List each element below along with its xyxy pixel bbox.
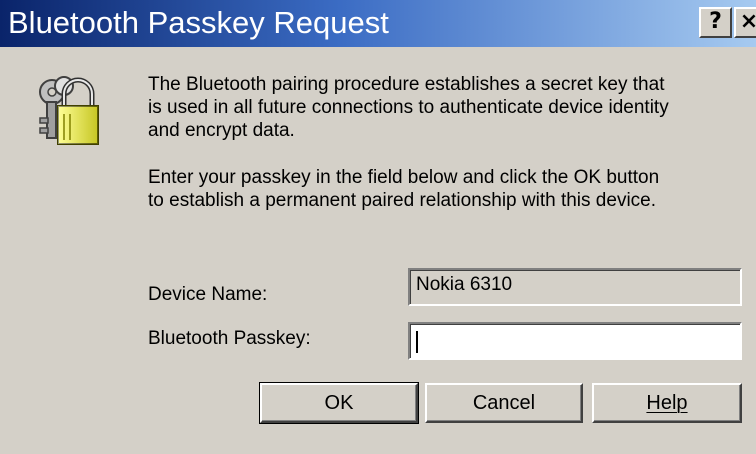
title-bar[interactable]: Bluetooth Passkey Request ? ×: [0, 0, 756, 47]
help-question-button[interactable]: ?: [699, 7, 732, 38]
intro-line: and encrypt data.: [148, 120, 295, 141]
window-title: Bluetooth Passkey Request: [8, 5, 389, 40]
passkey-input[interactable]: [408, 322, 742, 360]
keys-padlock-icon: [39, 76, 99, 145]
ok-button[interactable]: OK: [259, 382, 419, 424]
passkey-label: Bluetooth Passkey:: [148, 328, 311, 349]
intro-line: is used in all future connections to aut…: [148, 97, 669, 118]
help-button[interactable]: Help: [592, 383, 742, 423]
device-name-field: Nokia 6310: [408, 268, 742, 306]
instruction-line: Enter your passkey in the field below an…: [148, 167, 660, 188]
intro-line: The Bluetooth pairing procedure establis…: [148, 74, 665, 95]
device-name-label: Device Name:: [148, 284, 268, 305]
instruction-line: to establish a permanent paired relation…: [148, 190, 657, 211]
help-button-label: Help: [646, 392, 688, 414]
close-button[interactable]: ×: [734, 7, 756, 38]
intro-paragraph: The Bluetooth pairing procedure establis…: [148, 73, 748, 142]
text-caret: [416, 331, 418, 353]
cancel-button[interactable]: Cancel: [425, 383, 583, 423]
instruction-paragraph: Enter your passkey in the field below an…: [148, 166, 748, 212]
passkey-dialog: Bluetooth Passkey Request ? × The Blueto…: [0, 0, 756, 454]
padlock-icon: [57, 77, 99, 145]
